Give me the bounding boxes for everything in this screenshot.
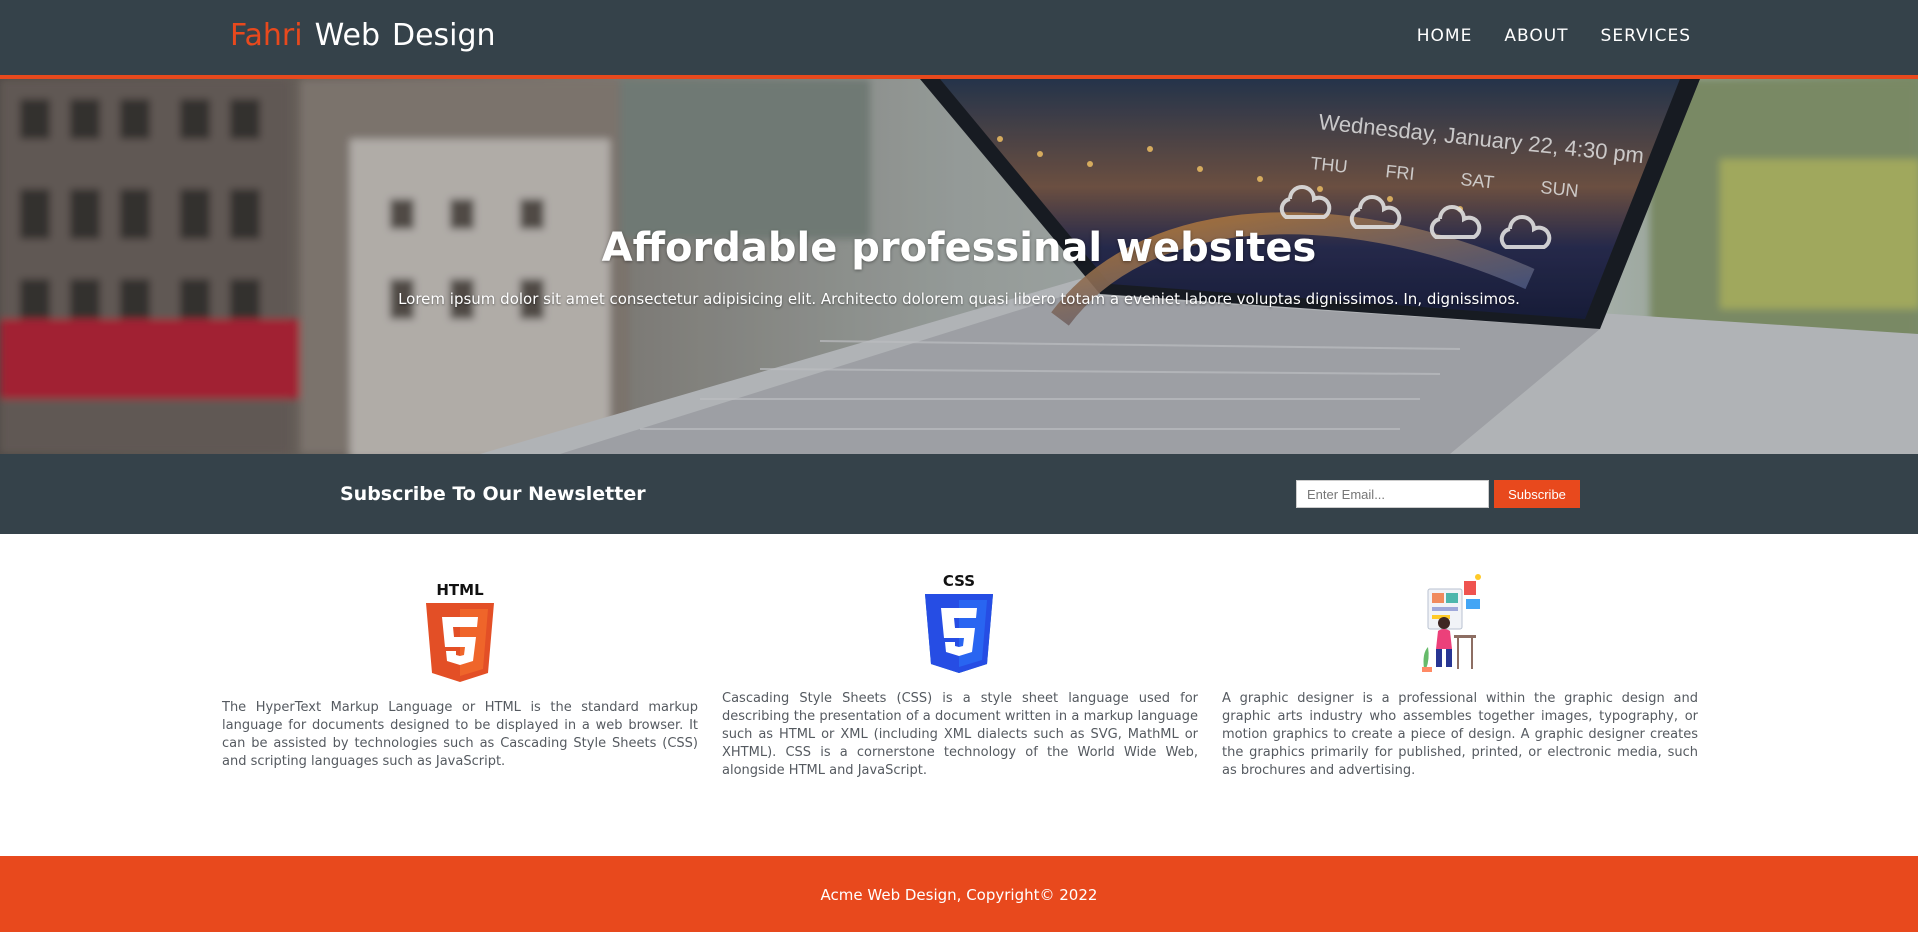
nav-home-link[interactable]: HOME bbox=[1417, 26, 1473, 46]
graphic-designer-description: A graphic designer is a professional wit… bbox=[1222, 691, 1698, 778]
html-description: The HyperText Markup Language or HTML is… bbox=[222, 700, 698, 769]
nav-services-link[interactable]: SERVICES bbox=[1601, 26, 1691, 46]
logo-word-web: Web bbox=[314, 18, 380, 53]
site-header: Fahri Web Design HOME ABOUT SERVICES bbox=[0, 0, 1918, 79]
newsletter-section: Subscribe To Our Newsletter Subscribe bbox=[0, 454, 1918, 534]
hero-subtitle: Lorem ipsum dolor sit amet consectetur a… bbox=[398, 290, 1520, 308]
footer-copyright: Acme Web Design, Copyright© 2022 bbox=[820, 886, 1098, 904]
newsletter-title: Subscribe To Our Newsletter bbox=[340, 483, 646, 505]
css3-icon-label: CSS bbox=[943, 572, 975, 590]
html-description-box: The HyperText Markup Language or HTML is… bbox=[222, 699, 698, 771]
site-footer: Acme Web Design, Copyright© 2022 bbox=[0, 856, 1918, 932]
css-description-box: Cascading Style Sheets (CSS) is a style … bbox=[722, 690, 1198, 780]
logo-word-design: Design bbox=[391, 18, 496, 53]
html5-icon: HTML bbox=[424, 581, 496, 687]
css-description: Cascading Style Sheets (CSS) is a style … bbox=[722, 691, 1198, 778]
logo-highlight: Fahri bbox=[230, 18, 303, 53]
nav-about-link[interactable]: ABOUT bbox=[1504, 26, 1568, 46]
newsletter-email-input[interactable] bbox=[1296, 480, 1489, 508]
graphic-designer-icon bbox=[1420, 573, 1484, 677]
hero-title: Affordable professinal websites bbox=[601, 225, 1317, 271]
main-nav: HOME ABOUT SERVICES bbox=[1417, 26, 1691, 46]
css3-icon: CSS bbox=[923, 572, 995, 678]
subscribe-button[interactable]: Subscribe bbox=[1494, 480, 1580, 508]
html5-icon-label: HTML bbox=[436, 581, 484, 599]
graphic-designer-description-box: A graphic designer is a professional wit… bbox=[1222, 690, 1698, 780]
hero-showcase: Wednesday, January 22, 4:30 pm THU FRI S… bbox=[0, 79, 1918, 454]
site-logo[interactable]: Fahri Web Design bbox=[230, 18, 508, 53]
